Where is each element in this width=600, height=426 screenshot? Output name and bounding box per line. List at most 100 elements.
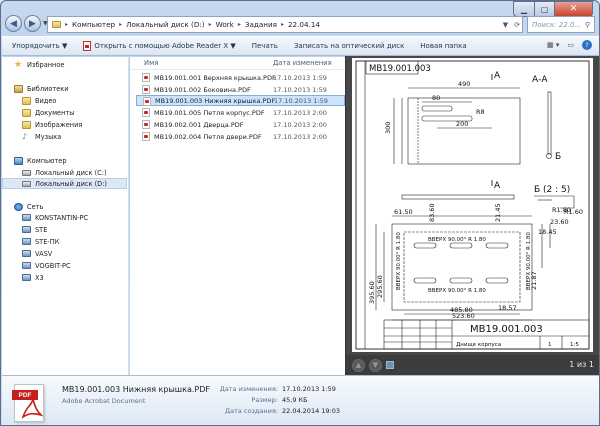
file-name: МВ19.001.002 Боковина.PDF	[154, 85, 251, 94]
file-date: 17.10.2013 1:59	[273, 85, 327, 94]
nav-computer[interactable]: Компьютер	[14, 155, 67, 166]
file-name: МВ19.001.003 Нижняя крышка.PDF	[155, 96, 276, 105]
refresh-icon[interactable]: ⟳	[514, 21, 520, 29]
breadcrumb-work[interactable]: Work	[216, 20, 234, 29]
details-size-label: Размер:	[251, 396, 278, 404]
file-row[interactable]: МВ19.001.001 Верхняя крышка.PDF 17.10.201…	[136, 72, 345, 83]
organize-button[interactable]: Упорядочить ▼	[12, 42, 67, 50]
nav-documents[interactable]: Документы	[22, 107, 74, 118]
bend-note: ВВЕРХ 90.00° R 1.80	[428, 237, 486, 243]
column-name-header[interactable]: Имя	[144, 59, 158, 67]
pdf-file-large-icon: PDF	[12, 384, 44, 422]
dim-label: R8	[476, 108, 485, 116]
sheet-number: 1	[548, 342, 552, 348]
title-block-code: МВ19.001.003	[470, 324, 543, 335]
nav-host-x3[interactable]: X3	[22, 272, 44, 283]
burn-label: Записать на оптический диск	[293, 42, 405, 50]
preview-pane: МВ19.001.003 А А А-А Б Б (2 : 5) 490 300…	[345, 56, 599, 375]
preview-pane-icon[interactable]: ▭	[567, 41, 574, 49]
address-dropdown-icon[interactable]: ▼	[503, 21, 508, 29]
details-file-name: МВ19.001.003 Нижняя крышка.PDF	[62, 385, 210, 394]
nav-videos[interactable]: Видео	[22, 95, 56, 106]
file-row[interactable]: МВ19.001.002 Боковина.PDF 17.10.2013 1:59	[136, 84, 345, 95]
next-page-button[interactable]: ▼	[369, 358, 382, 372]
nav-host-ste[interactable]: STE	[22, 224, 47, 235]
details-modified-label: Дата изменения:	[219, 385, 278, 393]
nav-host-ste-pk[interactable]: STE-ПК	[22, 236, 59, 247]
chevron-right-icon[interactable]: ▸	[209, 21, 212, 28]
view-options-icon[interactable]: ▦ ▾	[547, 41, 559, 49]
network-computer-icon	[22, 238, 31, 245]
breadcrumb-date-folder[interactable]: 22.04.14	[288, 20, 320, 29]
drive-icon	[22, 180, 31, 187]
help-icon[interactable]: ?	[582, 40, 592, 50]
section-label-bottom: А	[494, 181, 501, 191]
column-date-header[interactable]: Дата изменения	[273, 59, 332, 67]
address-bar[interactable]: ▸ Компьютер ▸ Локальный диск (D:) ▸ Work…	[47, 16, 523, 33]
breadcrumb-computer[interactable]: Компьютер	[72, 20, 115, 29]
back-button[interactable]: ◀	[5, 15, 22, 32]
nav-favorites-label: Избранное	[27, 60, 65, 69]
file-row[interactable]: МВ19.001.005 Петля корпус.PDF 17.10.2013 …	[136, 107, 345, 118]
file-name: МВ19.001.001 Верхняя крышка.PDF	[154, 73, 276, 82]
dim-label: 18.57	[498, 304, 517, 312]
fit-page-icon[interactable]	[386, 361, 394, 369]
burn-button[interactable]: Записать на оптический диск	[294, 42, 404, 50]
new-folder-button[interactable]: Новая папка	[420, 42, 466, 50]
scale-value: 1:5	[570, 342, 579, 348]
breadcrumb-drive-d[interactable]: Локальный диск (D:)	[126, 20, 205, 29]
star-icon: ★	[14, 59, 23, 70]
computer-icon	[14, 156, 23, 165]
maximize-button[interactable]: ▢	[535, 1, 555, 17]
dim-label: 23.60	[550, 218, 569, 226]
nav-drive-d[interactable]: Локальный диск (D:)	[2, 178, 127, 189]
nav-host-vasv[interactable]: VASV	[22, 248, 52, 259]
pdf-file-icon	[142, 85, 150, 94]
print-button[interactable]: Печать	[252, 42, 278, 50]
search-box[interactable]: Поиск: 22.0... ⚲	[527, 16, 595, 33]
nav-drive-d-label: Локальный диск (D:)	[35, 179, 108, 188]
acrobat-logo-icon	[21, 398, 44, 419]
file-row[interactable]: МВ19.002.004 Петля двери.PDF 17.10.2013 2…	[136, 131, 345, 142]
nav-videos-label: Видео	[35, 96, 57, 105]
nav-host-vogbit[interactable]: VOGBIT-PC	[22, 260, 71, 271]
chevron-right-icon[interactable]: ▸	[281, 21, 284, 28]
forward-arrow-icon: ▶	[29, 18, 36, 29]
nav-pictures[interactable]: Изображения	[22, 119, 82, 130]
open-with-label: Открыть с помощью Adobe Reader X ▼	[94, 42, 236, 50]
nav-libraries[interactable]: Библиотеки	[14, 83, 69, 94]
previous-page-button[interactable]: ▲	[352, 358, 365, 372]
forward-button[interactable]: ▶	[24, 15, 41, 32]
column-header: Имя Дата изменения	[130, 57, 345, 70]
details-pane: PDF МВ19.001.003 Нижняя крышка.PDF Adobe…	[2, 375, 599, 425]
drawing-code-top: МВ19.001.003	[369, 64, 431, 74]
detail-b-label: Б (2 : 5)	[534, 185, 570, 195]
chevron-right-icon[interactable]: ▸	[238, 21, 241, 28]
minimize-button[interactable]: ▁	[513, 1, 535, 17]
network-computer-icon	[22, 262, 31, 269]
file-row-selected[interactable]: МВ19.001.003 Нижняя крышка.PDF 17.10.2013…	[136, 95, 345, 106]
open-with-button[interactable]: Открыть с помощью Adobe Reader X ▼	[83, 41, 236, 51]
nav-music[interactable]: ♪ Музыка	[22, 131, 61, 142]
nav-favorites[interactable]: ★ Избранное	[14, 59, 64, 70]
close-button[interactable]: ✕	[555, 1, 593, 17]
section-b-label: Б	[555, 152, 561, 162]
details-modified-value: 17.10.2013 1:59	[282, 385, 336, 393]
network-computer-icon	[22, 226, 31, 233]
technical-drawing: МВ19.001.003 А А А-А Б Б (2 : 5) 490 300…	[355, 60, 590, 350]
search-input[interactable]: Поиск: 22.0...	[532, 21, 581, 29]
navigation-pane: ★ Избранное Библиотеки Видео Документы Из…	[2, 57, 129, 375]
nav-host-label: KONSTANTIN-PC	[35, 213, 89, 222]
documents-folder-icon	[22, 108, 31, 117]
nav-drive-c[interactable]: Локальный диск (C:)	[22, 167, 107, 178]
file-row[interactable]: МВ19.002.001 Дверца.PDF 17.10.2013 2:00	[136, 119, 345, 130]
nav-host-label: X3	[35, 273, 44, 282]
page-indicator: 1 из 1	[569, 360, 594, 369]
navigation-buttons: ◀ ▶ ▼	[5, 15, 51, 32]
breadcrumb-tasks[interactable]: Задания	[245, 20, 277, 29]
chevron-right-icon[interactable]: ▸	[119, 21, 122, 28]
nav-pictures-label: Изображения	[35, 120, 83, 129]
folder-icon	[52, 21, 61, 28]
nav-network[interactable]: Сеть	[14, 201, 43, 212]
nav-host-konstantin[interactable]: KONSTANTIN-PC	[22, 212, 88, 223]
